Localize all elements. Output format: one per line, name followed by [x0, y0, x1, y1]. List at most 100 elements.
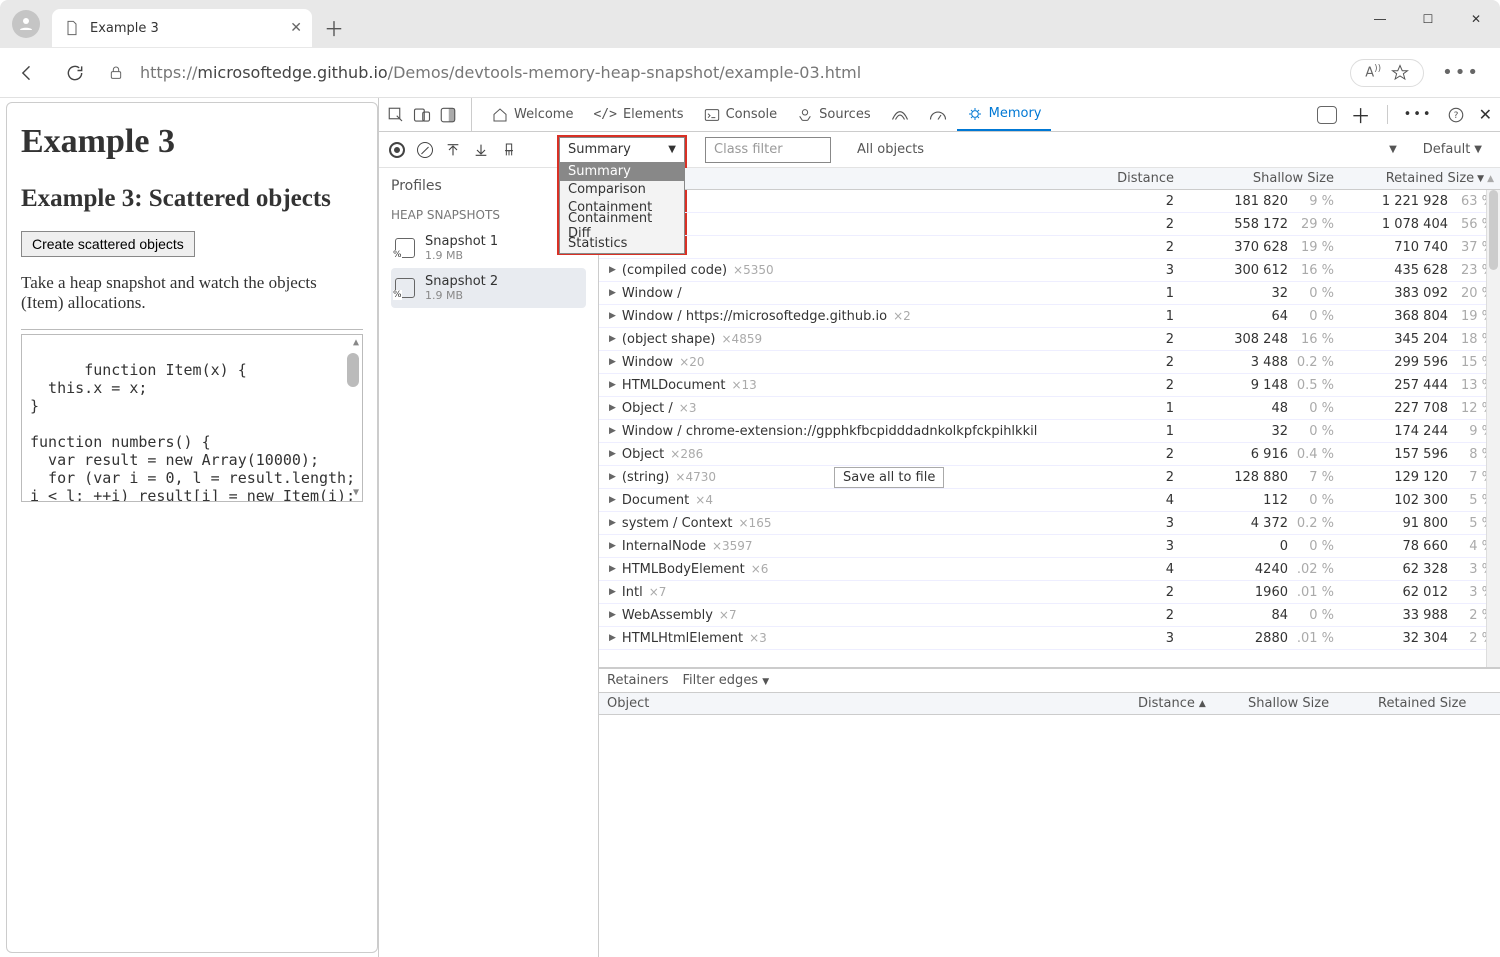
refresh-button[interactable]: [60, 58, 90, 88]
save-all-button[interactable]: Save all to file: [834, 467, 944, 488]
heap-row[interactable]: ▶Window / chrome-extension://gpphkfbcpid…: [599, 420, 1500, 443]
ret-col-retained[interactable]: Retained Size: [1370, 696, 1500, 711]
heap-row[interactable]: ▶system / Context×16534 3720.2 %91 8005 …: [599, 512, 1500, 535]
expand-icon[interactable]: ▶: [609, 403, 616, 413]
objects-filter-select[interactable]: All objects ▼: [857, 142, 1403, 157]
tab-memory[interactable]: Memory: [957, 98, 1052, 131]
heap-row[interactable]: ▶Window /1320 %383 09220 %: [599, 282, 1500, 305]
heap-row[interactable]: ▶2181 8209 %1 221 92863 %: [599, 190, 1500, 213]
expand-icon[interactable]: ▶: [609, 633, 616, 643]
minimize-button[interactable]: ―: [1356, 0, 1404, 38]
heap-row[interactable]: ▶Document×441120 %102 3005 %: [599, 489, 1500, 512]
upload-icon[interactable]: [445, 142, 461, 158]
close-window-button[interactable]: ✕: [1452, 0, 1500, 38]
heap-row[interactable]: ▶2370 62819 %710 74037 %: [599, 236, 1500, 259]
ret-col-shallow[interactable]: Shallow Size: [1240, 696, 1370, 711]
ret-col-object[interactable]: Object: [599, 696, 1130, 711]
ret-col-distance[interactable]: Distance ▲: [1130, 696, 1240, 711]
expand-icon[interactable]: ▶: [609, 541, 616, 551]
expand-icon[interactable]: ▶: [609, 380, 616, 390]
view-option-summary[interactable]: Summary: [560, 163, 684, 181]
heap-row[interactable]: ▶HTMLHtmlElement×332880.01 %32 3042 %: [599, 627, 1500, 650]
heap-row[interactable]: ▶Window / https://microsoftedge.github.i…: [599, 305, 1500, 328]
create-objects-button[interactable]: Create scattered objects: [21, 231, 195, 257]
heap-row[interactable]: ▶Object×28626 9160.4 %157 5968 %: [599, 443, 1500, 466]
heap-row[interactable]: ▶HTMLBodyElement×644240.02 %62 3283 %: [599, 558, 1500, 581]
more-tools-icon[interactable]: •••: [1404, 107, 1433, 122]
tab-console[interactable]: Console: [694, 98, 788, 131]
expand-icon[interactable]: ▶: [609, 518, 616, 528]
close-tab-icon[interactable]: ✕: [290, 20, 302, 36]
dock-side-icon[interactable]: [1317, 106, 1337, 124]
download-icon[interactable]: [473, 142, 489, 158]
heap-row[interactable]: ▶Intl×721960.01 %62 0123 %: [599, 581, 1500, 604]
scrollbar[interactable]: [1486, 190, 1500, 667]
expand-icon[interactable]: ▶: [609, 357, 616, 367]
view-option-comparison[interactable]: Comparison: [560, 181, 684, 199]
memory-toolbar: Summary ▼ Summary Comparison Containment…: [379, 132, 1500, 168]
dock-icon[interactable]: [439, 106, 457, 124]
retainers-pane: Retainers Filter edges ▼ Object Distance…: [599, 667, 1500, 957]
scrollbar-thumb[interactable]: [1489, 190, 1498, 270]
expand-icon[interactable]: ▶: [609, 265, 616, 275]
heap-row[interactable]: ▶WebAssembly×72840 %33 9882 %: [599, 604, 1500, 627]
back-button[interactable]: [12, 58, 42, 88]
heap-row[interactable]: ▶2558 17229 %1 078 40456 %: [599, 213, 1500, 236]
heap-row[interactable]: ▶(compiled code)×53503300 61216 %435 628…: [599, 259, 1500, 282]
col-distance[interactable]: Distance: [1090, 171, 1180, 186]
perspective-select[interactable]: Default ▼: [1415, 142, 1490, 157]
view-select[interactable]: Summary ▼: [559, 137, 685, 163]
new-tab-button[interactable]: ＋: [316, 13, 352, 42]
expand-icon[interactable]: ▶: [609, 334, 616, 344]
maximize-button[interactable]: ☐: [1404, 0, 1452, 38]
heap-row[interactable]: ▶(string)×4730Save all to file2128 8807 …: [599, 466, 1500, 489]
snapshot-item-1[interactable]: Snapshot 11.9 MB: [391, 228, 586, 268]
read-aloud-icon[interactable]: A)): [1365, 64, 1381, 80]
retainers-tab[interactable]: Retainers: [607, 673, 668, 688]
col-retained-size[interactable]: Retained Size ▼▲: [1340, 171, 1500, 186]
col-shallow-size[interactable]: Shallow Size: [1180, 171, 1340, 186]
expand-icon[interactable]: ▶: [609, 564, 616, 574]
scroll-down-icon[interactable]: ▼: [353, 487, 359, 499]
expand-icon[interactable]: ▶: [609, 449, 616, 459]
inspect-icon[interactable]: [387, 106, 405, 124]
profile-avatar[interactable]: [12, 10, 40, 38]
snapshot-item-2[interactable]: Snapshot 21.9 MB: [391, 268, 586, 308]
gc-icon[interactable]: [501, 142, 517, 158]
clear-icon[interactable]: [417, 142, 433, 158]
view-dropdown-wrap: Summary ▼ Summary Comparison Containment…: [559, 137, 685, 163]
heap-row[interactable]: ▶Object /×31480 %227 70812 %: [599, 397, 1500, 420]
tab-network-icon[interactable]: [881, 98, 919, 131]
expand-icon[interactable]: ▶: [609, 495, 616, 505]
expand-icon[interactable]: ▶: [609, 587, 616, 597]
expand-icon[interactable]: ▶: [609, 311, 616, 321]
expand-icon[interactable]: ▶: [609, 472, 616, 482]
window-controls: ― ☐ ✕: [1356, 0, 1500, 38]
expand-icon[interactable]: ▶: [609, 610, 616, 620]
code-textarea[interactable]: function Item(x) { this.x = x; } functio…: [21, 334, 363, 502]
browser-tab[interactable]: Example 3 ✕: [52, 9, 312, 47]
view-option-containment-diff[interactable]: Containment Diff: [560, 217, 684, 235]
expand-icon[interactable]: ▶: [609, 426, 616, 436]
close-devtools-icon[interactable]: ✕: [1479, 105, 1492, 124]
class-filter-input[interactable]: Class filter: [705, 137, 831, 163]
expand-icon[interactable]: ▶: [609, 288, 616, 298]
device-icon[interactable]: [413, 106, 431, 124]
help-icon[interactable]: ?: [1447, 106, 1465, 124]
tab-sources[interactable]: Sources: [787, 98, 880, 131]
scroll-up-icon[interactable]: ▲: [353, 337, 359, 349]
scrollbar-thumb[interactable]: [347, 353, 359, 387]
filter-edges-select[interactable]: Filter edges ▼: [682, 673, 769, 688]
more-icon[interactable]: •••: [1442, 62, 1480, 83]
record-icon[interactable]: [389, 142, 405, 158]
tab-performance-icon[interactable]: [919, 98, 957, 131]
tab-welcome[interactable]: Welcome: [482, 98, 583, 131]
heap-row[interactable]: ▶HTMLDocument×1329 1480.5 %257 44413 %: [599, 374, 1500, 397]
favorite-icon[interactable]: [1391, 64, 1409, 82]
heap-row[interactable]: ▶InternalNode×3597300 %78 6604 %: [599, 535, 1500, 558]
url-field[interactable]: https://microsoftedge.github.io/Demos/de…: [108, 63, 1324, 82]
heap-row[interactable]: ▶(object shape)×48592308 24816 %345 2041…: [599, 328, 1500, 351]
heap-row[interactable]: ▶Window×2023 4880.2 %299 59615 %: [599, 351, 1500, 374]
tab-elements[interactable]: </>Elements: [583, 98, 693, 131]
plus-icon[interactable]: ＋: [1351, 100, 1371, 129]
